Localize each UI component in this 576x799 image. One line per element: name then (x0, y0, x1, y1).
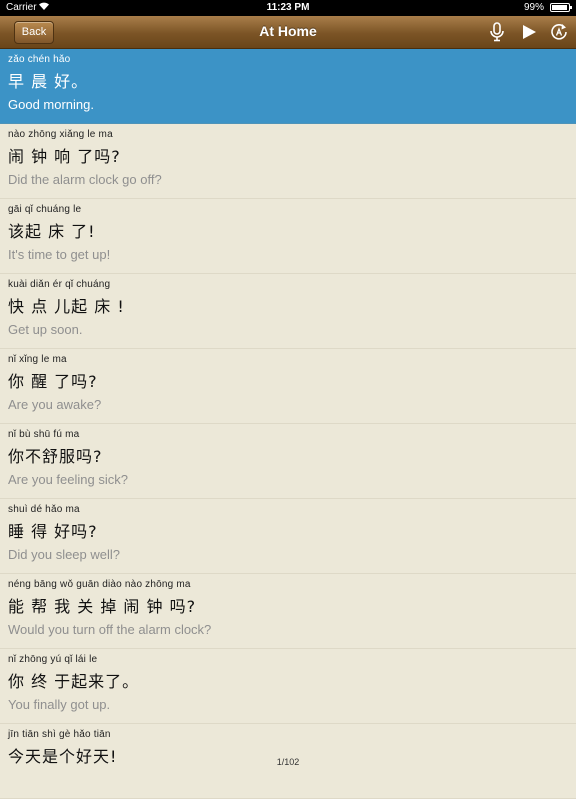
phrase-row[interactable]: gāi qǐ chuáng le 该起 床 了! It's time to ge… (0, 199, 576, 274)
pinyin-text: néng bāng wǒ guān diào nào zhōng ma (8, 579, 191, 590)
hanzi-text: 你 终 于起来了。 (8, 672, 140, 691)
pinyin-text: nǐ xǐng le ma (8, 354, 67, 365)
phrase-row[interactable]: nǐ xǐng le ma 你 醒 了吗? Are you awake? (0, 349, 576, 424)
hanzi-text: 早 晨 好。 (8, 72, 89, 91)
english-text: Good morning. (8, 97, 94, 112)
pinyin-text: jīn tiān shì gè hǎo tiān (8, 729, 111, 740)
status-bar: Carrier 11:23 PM 99% (0, 0, 576, 16)
battery-percent: 99% (523, 2, 544, 13)
pinyin-text: shuì dé hǎo ma (8, 504, 80, 515)
hanzi-text: 闹 钟 响 了吗? (8, 147, 121, 166)
status-time: 11:23 PM (266, 2, 310, 13)
pinyin-text: nào zhōng xiǎng le ma (8, 129, 113, 140)
english-text: Are you awake? (8, 397, 102, 412)
pinyin-text: kuài diǎn ér qǐ chuáng (8, 279, 111, 290)
phrase-row[interactable]: shuì dé hǎo ma 睡 得 好吗? Did you sleep wel… (0, 499, 576, 574)
english-text: You finally got up. (8, 697, 111, 712)
phrase-row[interactable]: nào zhōng xiǎng le ma 闹 钟 响 了吗? Did the … (0, 124, 576, 199)
english-text: Are you feeling sick? (8, 472, 128, 487)
page-indicator: 1/102 (276, 757, 300, 767)
hanzi-text: 能 帮 我 关 掉 闹 钟 吗? (8, 597, 197, 616)
english-text: Would you turn off the alarm clock? (8, 622, 212, 637)
pinyin-text: gāi qǐ chuáng le (8, 204, 82, 215)
hanzi-text: 你不舒服吗? (8, 447, 103, 466)
phrase-row[interactable]: néng bāng wǒ guān diào nào zhōng ma 能 帮 … (0, 574, 576, 649)
english-text: Did the alarm clock go off? (8, 172, 162, 187)
mic-icon[interactable] (486, 21, 508, 43)
hanzi-text: 你 醒 了吗? (8, 372, 98, 391)
english-text: Get up soon. (8, 322, 83, 337)
pinyin-text: nǐ zhōng yú qǐ lái le (8, 654, 98, 665)
phrase-row[interactable]: nǐ zhōng yú qǐ lái le 你 终 于起来了。 You fina… (0, 649, 576, 724)
english-text: It's time to get up! (8, 247, 111, 262)
pinyin-text: zǎo chén hǎo (8, 54, 71, 65)
hanzi-text: 快 点 儿起 床 ! (8, 297, 125, 316)
phrase-row[interactable]: nǐ bù shū fú ma 你不舒服吗? Are you feeling s… (0, 424, 576, 499)
hanzi-text: 睡 得 好吗? (8, 522, 98, 541)
english-text: Did you sleep well? (8, 547, 121, 562)
battery-icon (550, 3, 572, 12)
pinyin-text: nǐ bù shū fú ma (8, 429, 80, 440)
phrase-list: zǎo chén hǎo 早 晨 好。 Good morning. nào zh… (0, 49, 576, 799)
play-icon[interactable] (518, 21, 540, 43)
navigation-bar: Back At Home (0, 16, 576, 49)
repeat-icon[interactable] (548, 21, 570, 43)
phrase-row-selected[interactable]: zǎo chén hǎo 早 晨 好。 Good morning. (0, 49, 576, 124)
hanzi-text: 该起 床 了! (8, 222, 96, 241)
phrase-row[interactable]: kuài diǎn ér qǐ chuáng 快 点 儿起 床 ! Get up… (0, 274, 576, 349)
